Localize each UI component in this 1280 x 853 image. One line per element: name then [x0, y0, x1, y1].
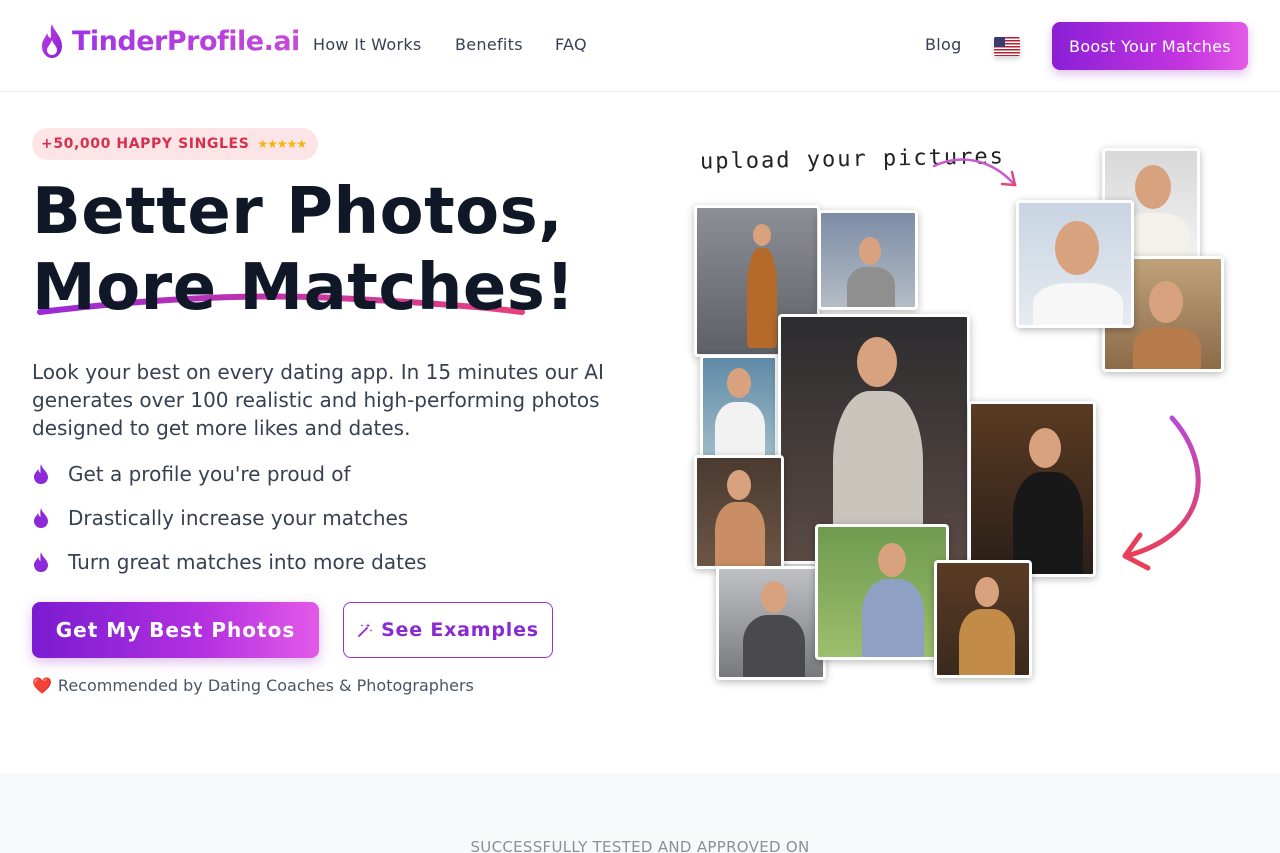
flame-bullet-icon: [34, 464, 48, 484]
feature-text: Drastically increase your matches: [68, 506, 409, 530]
feature-item: Get a profile you're proud of: [32, 462, 351, 486]
logo[interactable]: TinderProfile.ai: [38, 22, 300, 60]
see-examples-label: See Examples: [381, 619, 539, 641]
curved-arrow-return-icon: [1122, 415, 1201, 571]
feature-item: Turn great matches into more dates: [32, 550, 427, 574]
recommendation-note: ❤️ Recommended by Dating Coaches & Photo…: [32, 676, 474, 695]
nav-blog[interactable]: Blog: [925, 35, 962, 54]
see-examples-button[interactable]: See Examples: [343, 602, 553, 658]
magic-wand-icon: [358, 623, 373, 637]
curved-arrow-icon: [932, 158, 1017, 187]
generated-photo: [818, 210, 918, 310]
generated-photo: [716, 566, 826, 680]
generated-photo: [700, 355, 778, 460]
tested-approved-heading: SUCCESSFULLY TESTED AND APPROVED ON: [470, 838, 810, 853]
headline-line-2: More Matches!: [32, 251, 576, 325]
generated-photo: [815, 524, 949, 660]
feature-text: Get a profile you're proud of: [68, 462, 351, 486]
logo-text: TinderProfile.ai: [72, 25, 300, 57]
flame-bullet-icon: [34, 508, 48, 528]
us-flag-icon[interactable]: [994, 37, 1020, 56]
badge-text: +50,000 HAPPY SINGLES: [41, 136, 250, 152]
feature-text: Turn great matches into more dates: [68, 550, 427, 574]
flame-logo-icon: [42, 24, 62, 58]
feature-item: Drastically increase your matches: [32, 506, 408, 530]
rating-stars: ★★★★★: [257, 137, 307, 151]
hero-description: Look your best on every dating app. In 1…: [32, 360, 604, 440]
nav-benefits[interactable]: Benefits: [455, 35, 523, 54]
uploaded-photo: [1016, 200, 1134, 328]
generated-photo: [968, 401, 1096, 577]
site-header: TinderProfile.ai How It Works Benefits F…: [0, 0, 1280, 92]
nav-how-it-works[interactable]: How It Works: [313, 35, 422, 54]
generated-photo: [934, 560, 1032, 678]
nav-faq[interactable]: FAQ: [555, 35, 587, 54]
recommendation-text: Recommended by Dating Coaches & Photogra…: [57, 676, 474, 695]
generated-photo: [694, 455, 784, 569]
get-best-photos-button[interactable]: Get My Best Photos: [32, 602, 319, 658]
heart-icon: ❤️: [32, 676, 52, 695]
happy-singles-badge: +50,000 HAPPY SINGLES ★★★★★: [32, 128, 319, 160]
headline-line-1: Better Photos,: [32, 175, 564, 249]
flame-bullet-icon: [34, 552, 48, 572]
boost-matches-button[interactable]: Boost Your Matches: [1052, 22, 1248, 70]
